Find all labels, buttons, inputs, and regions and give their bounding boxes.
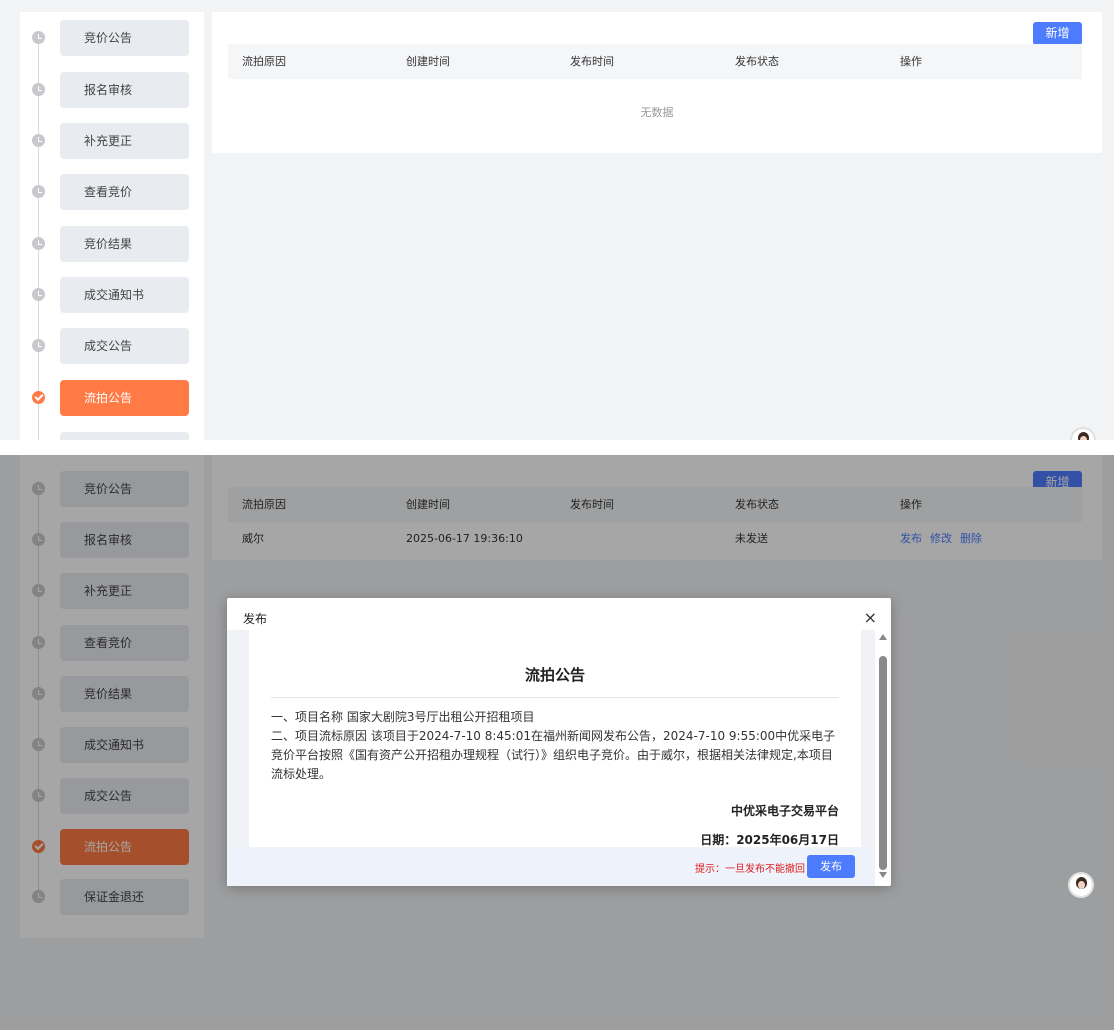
step-button[interactable]: 成交公告 — [60, 328, 189, 364]
step-clock-icon — [32, 83, 45, 96]
step-clock-icon — [32, 185, 45, 198]
step-clock-icon — [32, 288, 45, 301]
step-button[interactable]: 查看竞价 — [60, 174, 189, 210]
bottom-panel: 竞价公告 报名审核 补充更正 查看竞价 竞价结果 成交通知书 成交公告 流拍公告… — [0, 455, 1114, 1030]
publish-button[interactable]: 发布 — [807, 855, 855, 878]
step-check-icon — [32, 391, 45, 404]
step-button[interactable]: 报名审核 — [60, 72, 189, 108]
modal-body: 流拍公告 一、项目名称 国家大剧院3号厅出租公开招租项目 二、项目流标原因 该项… — [227, 630, 875, 847]
step-clock-icon — [32, 31, 45, 44]
table-header: 流拍原因 创建时间 发布时间 发布状态 操作 — [228, 44, 1082, 79]
top-panel: 竞价公告 报名审核 补充更正 查看竞价 竞价结果 成交通知书 成交公告 流拍公告… — [0, 0, 1114, 440]
step-item-1[interactable]: 竞价公告 — [20, 20, 204, 56]
notice-title: 流拍公告 — [271, 664, 839, 698]
empty-text: 无数据 — [640, 106, 674, 119]
assistant-avatar-icon[interactable] — [1068, 872, 1094, 898]
notice-line-2: 二、项目流标原因 该项目于2024-7-10 8:45:01在福州新闻网发布公告… — [271, 729, 836, 781]
notice-document: 流拍公告 一、项目名称 国家大剧院3号厅出租公开招租项目 二、项目流标原因 该项… — [249, 630, 861, 847]
column-header: 操作 — [900, 55, 922, 68]
close-icon[interactable]: × — [864, 608, 877, 627]
modal-title: 发布 — [243, 612, 268, 626]
step-item-6[interactable]: 成交通知书 — [20, 277, 204, 313]
assistant-avatar-icon[interactable] — [1070, 427, 1096, 440]
step-clock-icon — [32, 237, 45, 250]
notice-date: 日期：2025年06月17日 — [700, 833, 839, 847]
column-header: 发布状态 — [735, 55, 779, 68]
step-item-5[interactable]: 竞价结果 — [20, 226, 204, 262]
step-item-9[interactable] — [20, 432, 204, 440]
step-sidebar: 竞价公告 报名审核 补充更正 查看竞价 竞价结果 成交通知书 成交公告 流拍公 — [20, 12, 204, 440]
step-button[interactable]: 竞价结果 — [60, 226, 189, 262]
column-header: 流拍原因 — [242, 55, 286, 68]
step-button[interactable]: 竞价公告 — [60, 20, 189, 56]
main-card: 新增 流拍原因 创建时间 发布时间 发布状态 操作 无数据 — [212, 12, 1102, 153]
modal-scrollbar[interactable] — [878, 634, 888, 878]
column-header: 发布时间 — [570, 55, 614, 68]
step-item-3[interactable]: 补充更正 — [20, 123, 204, 159]
step-clock-icon — [32, 134, 45, 147]
scroll-down-icon[interactable] — [879, 872, 887, 878]
step-item-8[interactable]: 流拍公告 — [20, 380, 204, 416]
add-button[interactable]: 新增 — [1033, 22, 1082, 45]
step-clock-icon — [32, 339, 45, 352]
notice-line-1: 一、项目名称 国家大剧院3号厅出租公开招租项目 — [271, 710, 535, 724]
step-item-2[interactable]: 报名审核 — [20, 72, 204, 108]
warning-tip: 提示：一旦发布不能撤回 — [695, 864, 805, 875]
notice-org: 中优采电子交易平台 — [730, 804, 839, 818]
publish-modal: 发布 × 流拍公告 一、项目名称 国家大剧院3号厅出租公开招租项目 二、项目流标… — [227, 598, 891, 886]
step-button-active[interactable]: 流拍公告 — [60, 380, 189, 416]
step-button[interactable]: 补充更正 — [60, 123, 189, 159]
step-button[interactable]: 成交通知书 — [60, 277, 189, 313]
scroll-thumb[interactable] — [879, 656, 887, 870]
column-header: 创建时间 — [406, 55, 450, 68]
step-item-7[interactable]: 成交公告 — [20, 328, 204, 364]
scroll-up-icon[interactable] — [879, 634, 887, 640]
step-button[interactable] — [60, 432, 189, 440]
step-item-4[interactable]: 查看竞价 — [20, 174, 204, 210]
divider — [0, 440, 1114, 455]
modal-footer: 提示：一旦发布不能撤回 发布 — [227, 847, 875, 886]
